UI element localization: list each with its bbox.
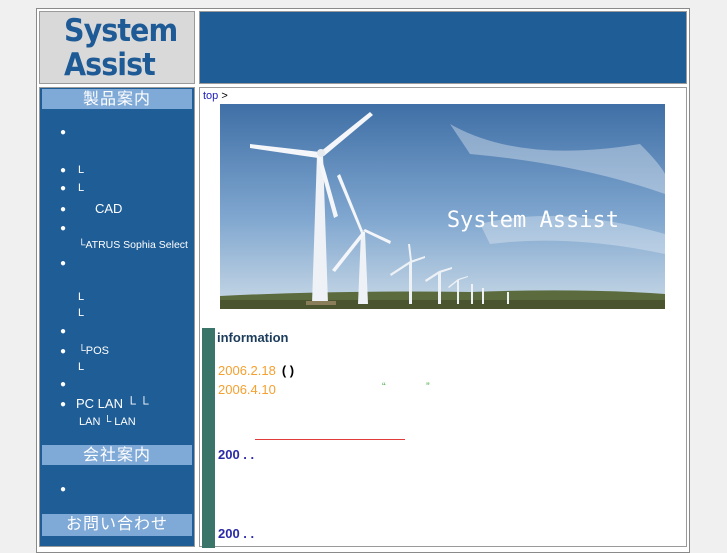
- sidebar-subitem[interactable]: L: [78, 291, 84, 303]
- news-item[interactable]: 2006.4.10: [218, 382, 282, 398]
- bullet-icon: ●: [60, 127, 67, 138]
- breadcrumb: top >: [203, 90, 228, 102]
- news-date: 2006.4.10: [218, 382, 276, 397]
- information-side-bar: [202, 328, 215, 548]
- wind-turbine-photo: [220, 104, 665, 309]
- sidebar-subitem[interactable]: L: [78, 307, 84, 319]
- bullet-icon: ●: [60, 165, 67, 176]
- hero-caption: System Assist: [446, 208, 619, 233]
- sidebar-item[interactable]: L: [78, 182, 84, 194]
- note-text: 200 . .: [218, 447, 255, 462]
- bullet-icon: ●: [60, 326, 67, 337]
- logo[interactable]: System Assist: [39, 11, 195, 84]
- bullet-icon: ●: [60, 183, 67, 194]
- sidebar-item-cad[interactable]: CAD: [95, 202, 122, 216]
- close-quote: ”: [426, 381, 430, 393]
- bullet-icon: ●: [60, 399, 67, 410]
- logo-line-1: System: [64, 13, 178, 49]
- bullet-icon: ●: [60, 258, 67, 269]
- sidebar-subitem[interactable]: LAN └ LAN: [79, 416, 136, 428]
- header-banner: [199, 11, 687, 84]
- main-content: top > System Assist information 2006.2.1…: [199, 87, 687, 548]
- divider-line: [255, 439, 405, 440]
- products-heading[interactable]: 製品案内: [42, 89, 192, 109]
- bullet-icon: ●: [60, 346, 67, 357]
- breadcrumb-top-link[interactable]: top: [203, 90, 218, 102]
- company-heading[interactable]: 会社案内: [42, 445, 192, 465]
- open-quote: “: [382, 381, 386, 393]
- news-date: 2006.2.18: [218, 363, 276, 378]
- news-text: ( ): [281, 363, 295, 378]
- sidebar-subitem[interactable]: L: [78, 361, 84, 373]
- sidebar-nav: 製品案内 ● ● L ● L ● CAD ● └ATRUS Sophia Sel…: [39, 87, 195, 547]
- bullet-icon: ●: [60, 204, 67, 215]
- contact-heading[interactable]: お問い合わせ: [42, 514, 192, 536]
- sidebar-item[interactable]: L: [78, 164, 84, 176]
- sidebar-item-atrus[interactable]: └ATRUS Sophia Select: [78, 239, 188, 251]
- sidebar-item-pc-lan[interactable]: PC LAN └ └: [76, 397, 149, 411]
- logo-line-2: Assist: [64, 47, 156, 83]
- sidebar-item-pos[interactable]: └POS: [78, 345, 109, 357]
- news-item[interactable]: 2006.2.18 ( ): [218, 363, 294, 379]
- bullet-icon: ●: [60, 379, 67, 390]
- breadcrumb-separator: >: [221, 90, 228, 102]
- bullet-icon: ●: [60, 484, 67, 495]
- hero-image: System Assist: [220, 104, 665, 309]
- note-text: 200 . .: [218, 526, 255, 541]
- bullet-icon: ●: [60, 223, 67, 234]
- information-title: information: [217, 330, 289, 345]
